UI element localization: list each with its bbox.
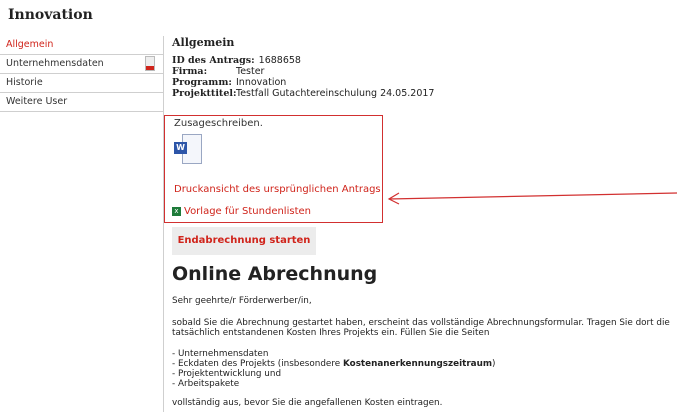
main-content: Allgemein ID des Antrags: 1688658 Firma: T… [172, 36, 672, 99]
sidebar-item-historie[interactable]: Historie [0, 74, 163, 93]
pdf-icon[interactable] [145, 56, 155, 71]
sidebar-item-weitere-user[interactable]: Weitere User [0, 93, 163, 112]
projekttitel-label: Projekttitel: [172, 88, 237, 99]
list-item: - Unternehmensdaten [172, 349, 269, 359]
sidebar-item-allgemein[interactable]: Allgemein [0, 36, 163, 55]
timesheet-template-link[interactable]: x Vorlage für Stundenlisten [172, 206, 311, 217]
meta-row-firma: Firma: Tester [172, 66, 672, 77]
programm-value: Innovation [236, 77, 287, 88]
start-final-settlement-button[interactable]: Endabrechnung starten [172, 227, 316, 255]
meta-row-projekttitel: Projekttitel:Testfall Gutachtereinschulu… [172, 88, 672, 99]
page-frame: Innovation Allgemein Unternehmensdaten H… [0, 0, 678, 412]
list-item: - Projektentwicklung und [172, 369, 282, 379]
annotation-arrow-icon [387, 192, 678, 205]
closing-paragraph: vollständig aus, bevor Sie die angefalle… [172, 398, 443, 408]
section-title: Allgemein [172, 36, 235, 49]
list-item: - Arbeitspakete [172, 379, 240, 389]
meta-row-programm: Programm: Innovation [172, 77, 672, 88]
zusageschreiben-text: Zusageschreiben. [174, 118, 263, 129]
list-item: - Eckdaten des Projekts (insbesondere Ko… [172, 359, 496, 369]
online-abrechnung-heading: Online Abrechnung [172, 263, 378, 285]
sidebar-item-unternehmensdaten[interactable]: Unternehmensdaten [0, 55, 163, 74]
firma-label: Firma: [172, 66, 208, 77]
sidebar-item-label: Unternehmensdaten [6, 58, 104, 69]
sidebar: Allgemein Unternehmensdaten Historie Wei… [0, 36, 164, 412]
id-value: 1688658 [258, 55, 301, 66]
word-document-icon[interactable]: W [174, 134, 204, 166]
projekttitel-value: Testfall Gutachtereinschulung 24.05.2017 [236, 88, 435, 99]
pages-list: - Unternehmensdaten - Eckdaten des Proje… [172, 349, 676, 389]
greeting-text: Sehr geehrte/r Förderwerber/in, [172, 296, 312, 306]
app-title: Innovation [8, 7, 93, 23]
programm-label: Programm: [172, 77, 232, 88]
print-view-link[interactable]: Druckansicht des ursprünglichen Antrags [174, 184, 381, 195]
timesheet-template-label: Vorlage für Stundenlisten [184, 206, 311, 217]
meta-row-id: ID des Antrags: 1688658 [172, 55, 672, 66]
firma-value: Tester [236, 66, 265, 77]
intro-paragraph: sobald Sie die Abrechnung gestartet habe… [172, 318, 670, 338]
id-label: ID des Antrags: [172, 55, 255, 66]
excel-icon: x [172, 206, 181, 216]
